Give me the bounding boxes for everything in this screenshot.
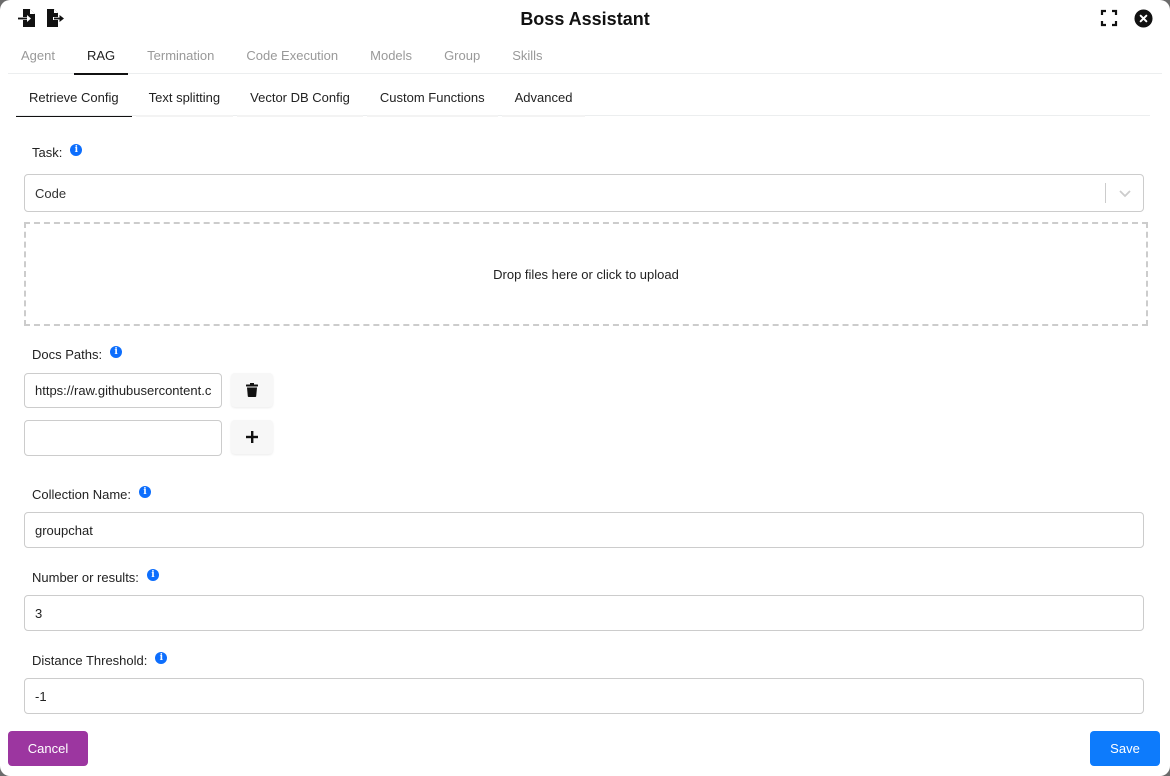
file-dropzone[interactable]: Drop files here or click to upload	[24, 222, 1148, 326]
info-icon[interactable]: i	[70, 143, 83, 156]
subtab-retrieve-config[interactable]: Retrieve Config	[16, 82, 132, 117]
tab-skills[interactable]: Skills	[499, 40, 555, 74]
distance-threshold-label: Distance Threshold: i	[32, 651, 168, 668]
tab-group[interactable]: Group	[431, 40, 493, 74]
task-label-text: Task:	[32, 145, 63, 160]
task-label: Task: i	[32, 143, 83, 160]
dropzone-text: Drop files here or click to upload	[493, 266, 679, 282]
tab-models[interactable]: Models	[357, 40, 425, 74]
rag-subtabs: Retrieve Config Text splitting Vector DB…	[16, 82, 1150, 117]
info-icon[interactable]: i	[110, 345, 123, 358]
subtab-text-splitting[interactable]: Text splitting	[135, 82, 234, 117]
number-results-input[interactable]	[24, 595, 1144, 631]
tab-rag[interactable]: RAG	[73, 40, 129, 75]
docs-paths-label: Docs Paths: i	[32, 345, 123, 362]
trash-icon	[246, 383, 258, 397]
subtab-advanced[interactable]: Advanced	[501, 82, 586, 117]
tab-agent[interactable]: Agent	[8, 40, 68, 74]
tab-code-execution[interactable]: Code Execution	[233, 40, 351, 74]
cancel-button[interactable]: Cancel	[8, 731, 88, 766]
subtab-vector-db-config[interactable]: Vector DB Config	[237, 82, 363, 117]
number-results-label-text: Number or results:	[32, 570, 139, 585]
docs-path-input-1[interactable]	[24, 373, 222, 408]
add-docs-path-button[interactable]	[231, 420, 273, 454]
task-select[interactable]: Code	[24, 174, 1144, 212]
delete-docs-path-button[interactable]	[231, 373, 273, 407]
tab-termination[interactable]: Termination	[134, 40, 227, 74]
info-icon[interactable]: i	[146, 568, 159, 581]
docs-paths-label-text: Docs Paths:	[32, 347, 103, 362]
save-button[interactable]: Save	[1090, 731, 1160, 766]
close-circle-icon[interactable]	[1132, 7, 1154, 29]
modal-header: Boss Assistant	[0, 0, 1170, 38]
info-icon[interactable]: i	[139, 485, 151, 498]
info-icon[interactable]: i	[155, 651, 168, 664]
collection-name-label-text: Collection Name:	[32, 487, 131, 502]
collection-name-input[interactable]	[24, 512, 1144, 548]
main-tabs: Agent RAG Termination Code Execution Mod…	[8, 40, 1162, 75]
distance-threshold-label-text: Distance Threshold:	[32, 653, 148, 668]
collection-name-label: Collection Name: i	[32, 485, 151, 502]
expand-icon[interactable]	[1098, 7, 1120, 29]
agent-config-modal: Boss Assistant Agent RAG Termination Cod…	[0, 0, 1170, 776]
modal-title: Boss Assistant	[520, 9, 650, 29]
plus-icon	[246, 431, 258, 443]
distance-threshold-input[interactable]	[24, 678, 1144, 714]
docs-path-input-2[interactable]	[24, 420, 222, 456]
subtab-custom-functions[interactable]: Custom Functions	[366, 82, 498, 117]
chevron-down-icon[interactable]	[1117, 185, 1133, 201]
number-results-label: Number or results: i	[32, 568, 159, 585]
task-select-value: Code	[35, 186, 67, 201]
select-divider	[1105, 183, 1106, 203]
